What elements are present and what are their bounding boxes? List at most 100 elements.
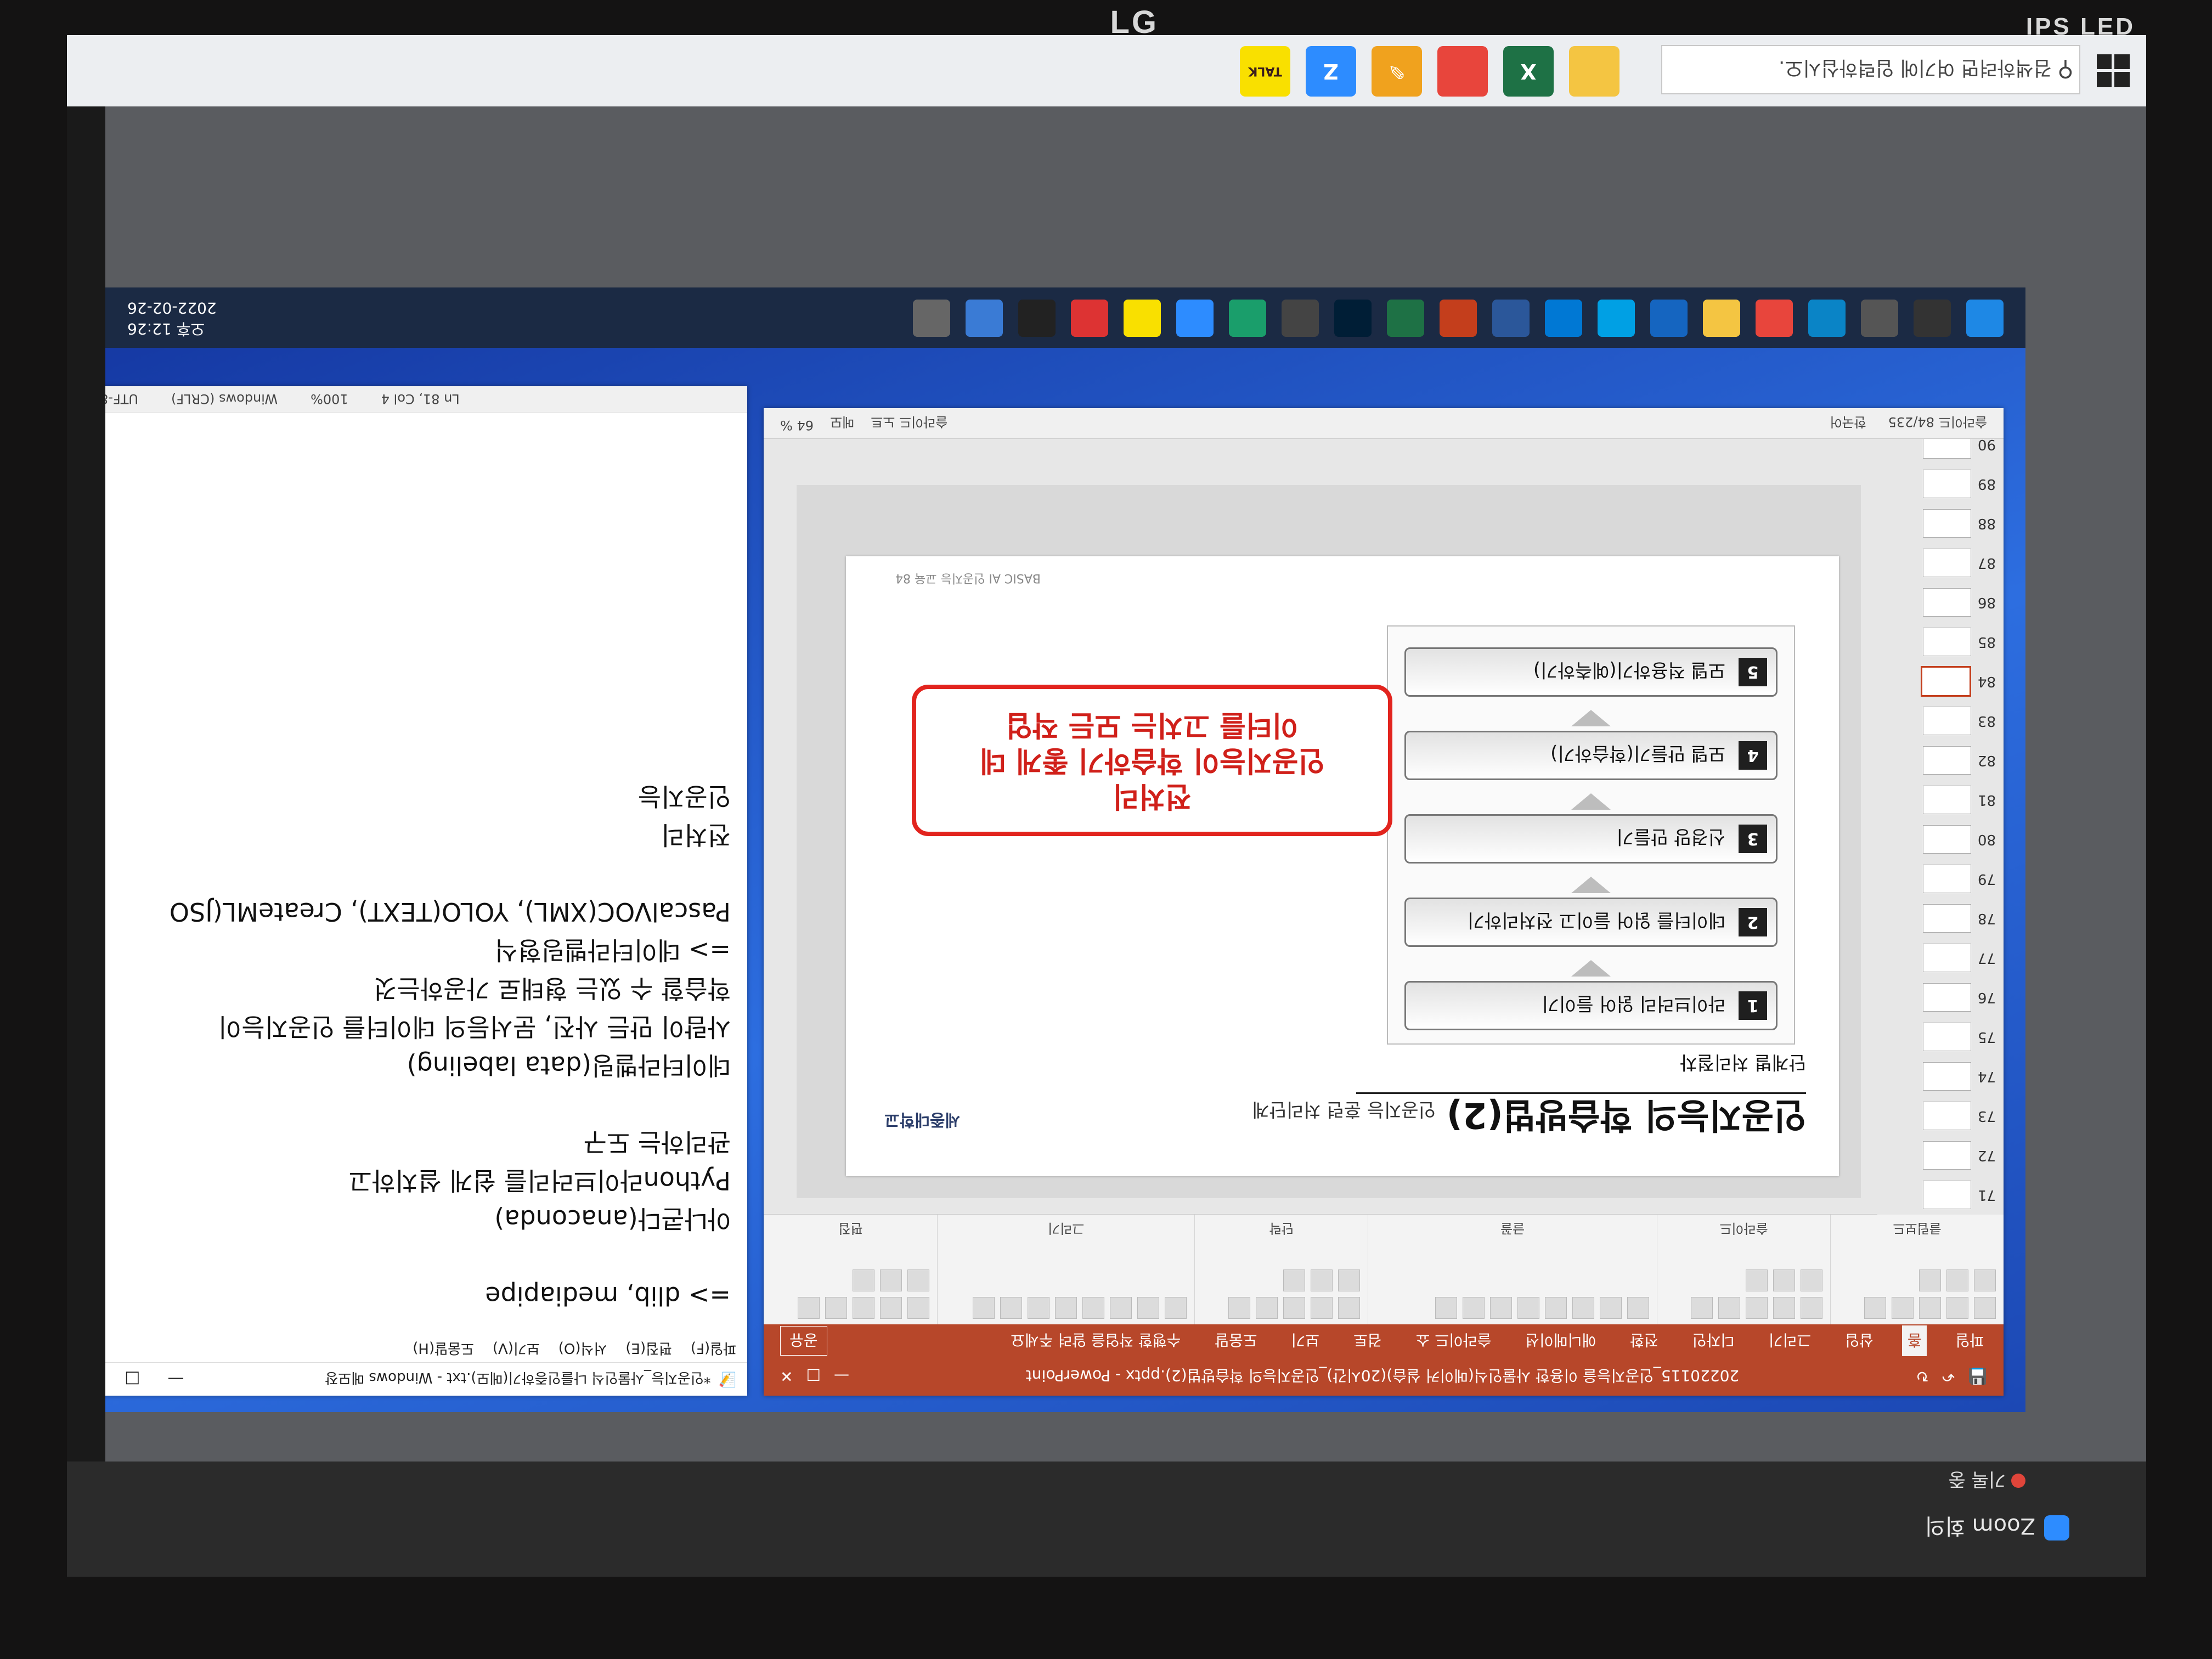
ribbon-button[interactable]: [1462, 1297, 1485, 1319]
windows-start-icon[interactable]: [2097, 54, 2130, 87]
ribbon-button[interactable]: [1773, 1269, 1795, 1291]
slide-thumbnail[interactable]: 74: [1877, 1057, 2004, 1096]
ribbon-button[interactable]: [1517, 1297, 1539, 1319]
menu-item[interactable]: 슬라이드 쇼: [1410, 1325, 1497, 1356]
ribbon-button[interactable]: [1919, 1297, 1941, 1319]
notepad-menu-item[interactable]: 서식(O): [558, 1340, 607, 1360]
ribbon-button[interactable]: [1228, 1297, 1251, 1319]
slide-thumbnail[interactable]: 89: [1877, 464, 2004, 504]
slide-thumbnail[interactable]: 76: [1877, 978, 2004, 1017]
ribbon-button[interactable]: [1745, 1269, 1768, 1291]
menu-item[interactable]: 보기: [1286, 1325, 1325, 1356]
photoshop-icon[interactable]: [1334, 300, 1372, 337]
ribbon-button[interactable]: [1800, 1269, 1822, 1291]
slide-thumbnail[interactable]: 78: [1877, 899, 2004, 938]
word-icon[interactable]: [1492, 300, 1530, 337]
notepad-text-area[interactable]: => dlib, mediapipe 아나콘다(anaconda) Python라이…: [67, 755, 747, 1337]
notepad-menu-item[interactable]: 파일(F): [691, 1340, 736, 1360]
ribbon-button[interactable]: [973, 1297, 995, 1319]
ribbon-button[interactable]: [1283, 1269, 1306, 1291]
zoom-icon[interactable]: Z: [1306, 46, 1356, 97]
slide-thumbnail[interactable]: 77: [1877, 938, 2004, 978]
ribbon-button[interactable]: [1745, 1297, 1768, 1319]
ppt-icon[interactable]: [1440, 300, 1477, 337]
ribbon-button[interactable]: [1338, 1269, 1361, 1291]
ribbon-button[interactable]: [1974, 1297, 1996, 1319]
notepad-menu-item[interactable]: 보기(V): [493, 1340, 540, 1360]
file-explorer-icon[interactable]: [1569, 46, 1620, 97]
ribbon-button[interactable]: [907, 1297, 930, 1319]
slide-thumbnail[interactable]: 79: [1877, 859, 2004, 899]
slide-thumbnail-pane[interactable]: 71 72 73 74 75 76 77 78 79 80 81 82 83 84 85 86 87 88 89 90: [1877, 430, 2004, 1215]
ribbon-button[interactable]: [1283, 1297, 1306, 1319]
zoom-level[interactable]: 64 %: [780, 414, 814, 433]
ribbon-button[interactable]: [1028, 1297, 1050, 1319]
sticky-icon[interactable]: [1703, 300, 1740, 337]
slide-thumbnail[interactable]: 86: [1877, 583, 2004, 622]
zoom-icon[interactable]: [1176, 300, 1214, 337]
chrome-icon[interactable]: [1437, 46, 1488, 97]
menu-item[interactable]: 홈: [1901, 1325, 1927, 1356]
slide-thumbnail[interactable]: 82: [1877, 741, 2004, 780]
ribbon-button[interactable]: [1256, 1297, 1278, 1319]
ribbon-button[interactable]: [1082, 1297, 1105, 1319]
pin-icon[interactable]: [1650, 300, 1688, 337]
ribbon-button[interactable]: [1165, 1297, 1187, 1319]
ribbon-button[interactable]: [1919, 1269, 1941, 1291]
blue-icon[interactable]: [1598, 300, 1635, 337]
redo-icon[interactable]: ↻: [1916, 1368, 1928, 1386]
notepad-menu-item[interactable]: 도움말(H): [413, 1340, 474, 1360]
minimize-button[interactable]: —: [834, 1368, 849, 1386]
menu-item[interactable]: 수행할 작업을 알려 주세요: [1005, 1325, 1186, 1356]
ribbon-button[interactable]: [1435, 1297, 1457, 1319]
ribbon-button[interactable]: [880, 1297, 902, 1319]
ribbon-button[interactable]: [880, 1269, 902, 1291]
notepad-menu-item[interactable]: 편집(E): [625, 1340, 672, 1360]
menu-item[interactable]: 디자인: [1687, 1325, 1740, 1356]
slide-thumbnail[interactable]: 88: [1877, 504, 2004, 543]
ribbon-button[interactable]: [1800, 1297, 1822, 1319]
ribbon-button[interactable]: [907, 1269, 930, 1291]
windows-icon[interactable]: [1966, 300, 2004, 337]
desktop-icon[interactable]: [913, 300, 950, 337]
task-view-icon[interactable]: [1861, 300, 1898, 337]
ribbon-button[interactable]: [1690, 1297, 1713, 1319]
ribbon-button[interactable]: [853, 1297, 875, 1319]
zoom-meeting-title[interactable]: Zoom 회의: [1925, 1512, 2069, 1544]
slide-thumbnail[interactable]: 81: [1877, 780, 2004, 820]
kakaotalk-icon[interactable]: TALK: [1240, 46, 1290, 97]
ribbon-button[interactable]: [853, 1269, 875, 1291]
ribbon-button[interactable]: [1946, 1297, 1968, 1319]
ribbon-button[interactable]: [1892, 1297, 1914, 1319]
photo-icon[interactable]: [966, 300, 1003, 337]
slide-thumbnail[interactable]: 87: [1877, 543, 2004, 583]
camera-icon[interactable]: [1018, 300, 1056, 337]
kakaotalk-icon[interactable]: [1124, 300, 1161, 337]
menu-item[interactable]: 검토: [1348, 1325, 1387, 1356]
ribbon-button[interactable]: [1055, 1297, 1077, 1319]
v3-icon[interactable]: [1071, 300, 1108, 337]
slide-thumbnail[interactable]: 80: [1877, 820, 2004, 859]
current-slide[interactable]: 인공지능의 학습방법(2) 인공지능 훈련 처리단계 세종대학교 단계별 처리절차…: [846, 556, 1839, 1176]
slide-thumbnail[interactable]: 85: [1877, 622, 2004, 662]
ribbon-button[interactable]: [1773, 1297, 1795, 1319]
ribbon-button[interactable]: [1599, 1297, 1622, 1319]
search-icon[interactable]: [1914, 300, 1951, 337]
ribbon-button[interactable]: [1627, 1297, 1649, 1319]
ribbon-button[interactable]: [1110, 1297, 1132, 1319]
ribbon-button[interactable]: [1572, 1297, 1594, 1319]
ribbon-button[interactable]: [1311, 1269, 1333, 1291]
ribbon-button[interactable]: [1489, 1297, 1512, 1319]
maximize-button[interactable]: □: [125, 1370, 140, 1389]
menu-item[interactable]: 애니메이션: [1520, 1325, 1601, 1356]
menu-item[interactable]: 파일: [1950, 1325, 1989, 1356]
recording-indicator[interactable]: 기록 중: [1948, 1468, 2025, 1494]
vscode-icon[interactable]: [1545, 300, 1582, 337]
menu-item[interactable]: 삽입: [1839, 1325, 1879, 1356]
hwp-icon[interactable]: [1229, 300, 1266, 337]
menu-item[interactable]: 도움말: [1209, 1325, 1262, 1356]
ribbon-button[interactable]: [1974, 1269, 1996, 1291]
ribbon-button[interactable]: [1137, 1297, 1160, 1319]
notes-button[interactable]: 슬라이드 노트: [871, 414, 947, 433]
ribbon-button[interactable]: [1000, 1297, 1023, 1319]
